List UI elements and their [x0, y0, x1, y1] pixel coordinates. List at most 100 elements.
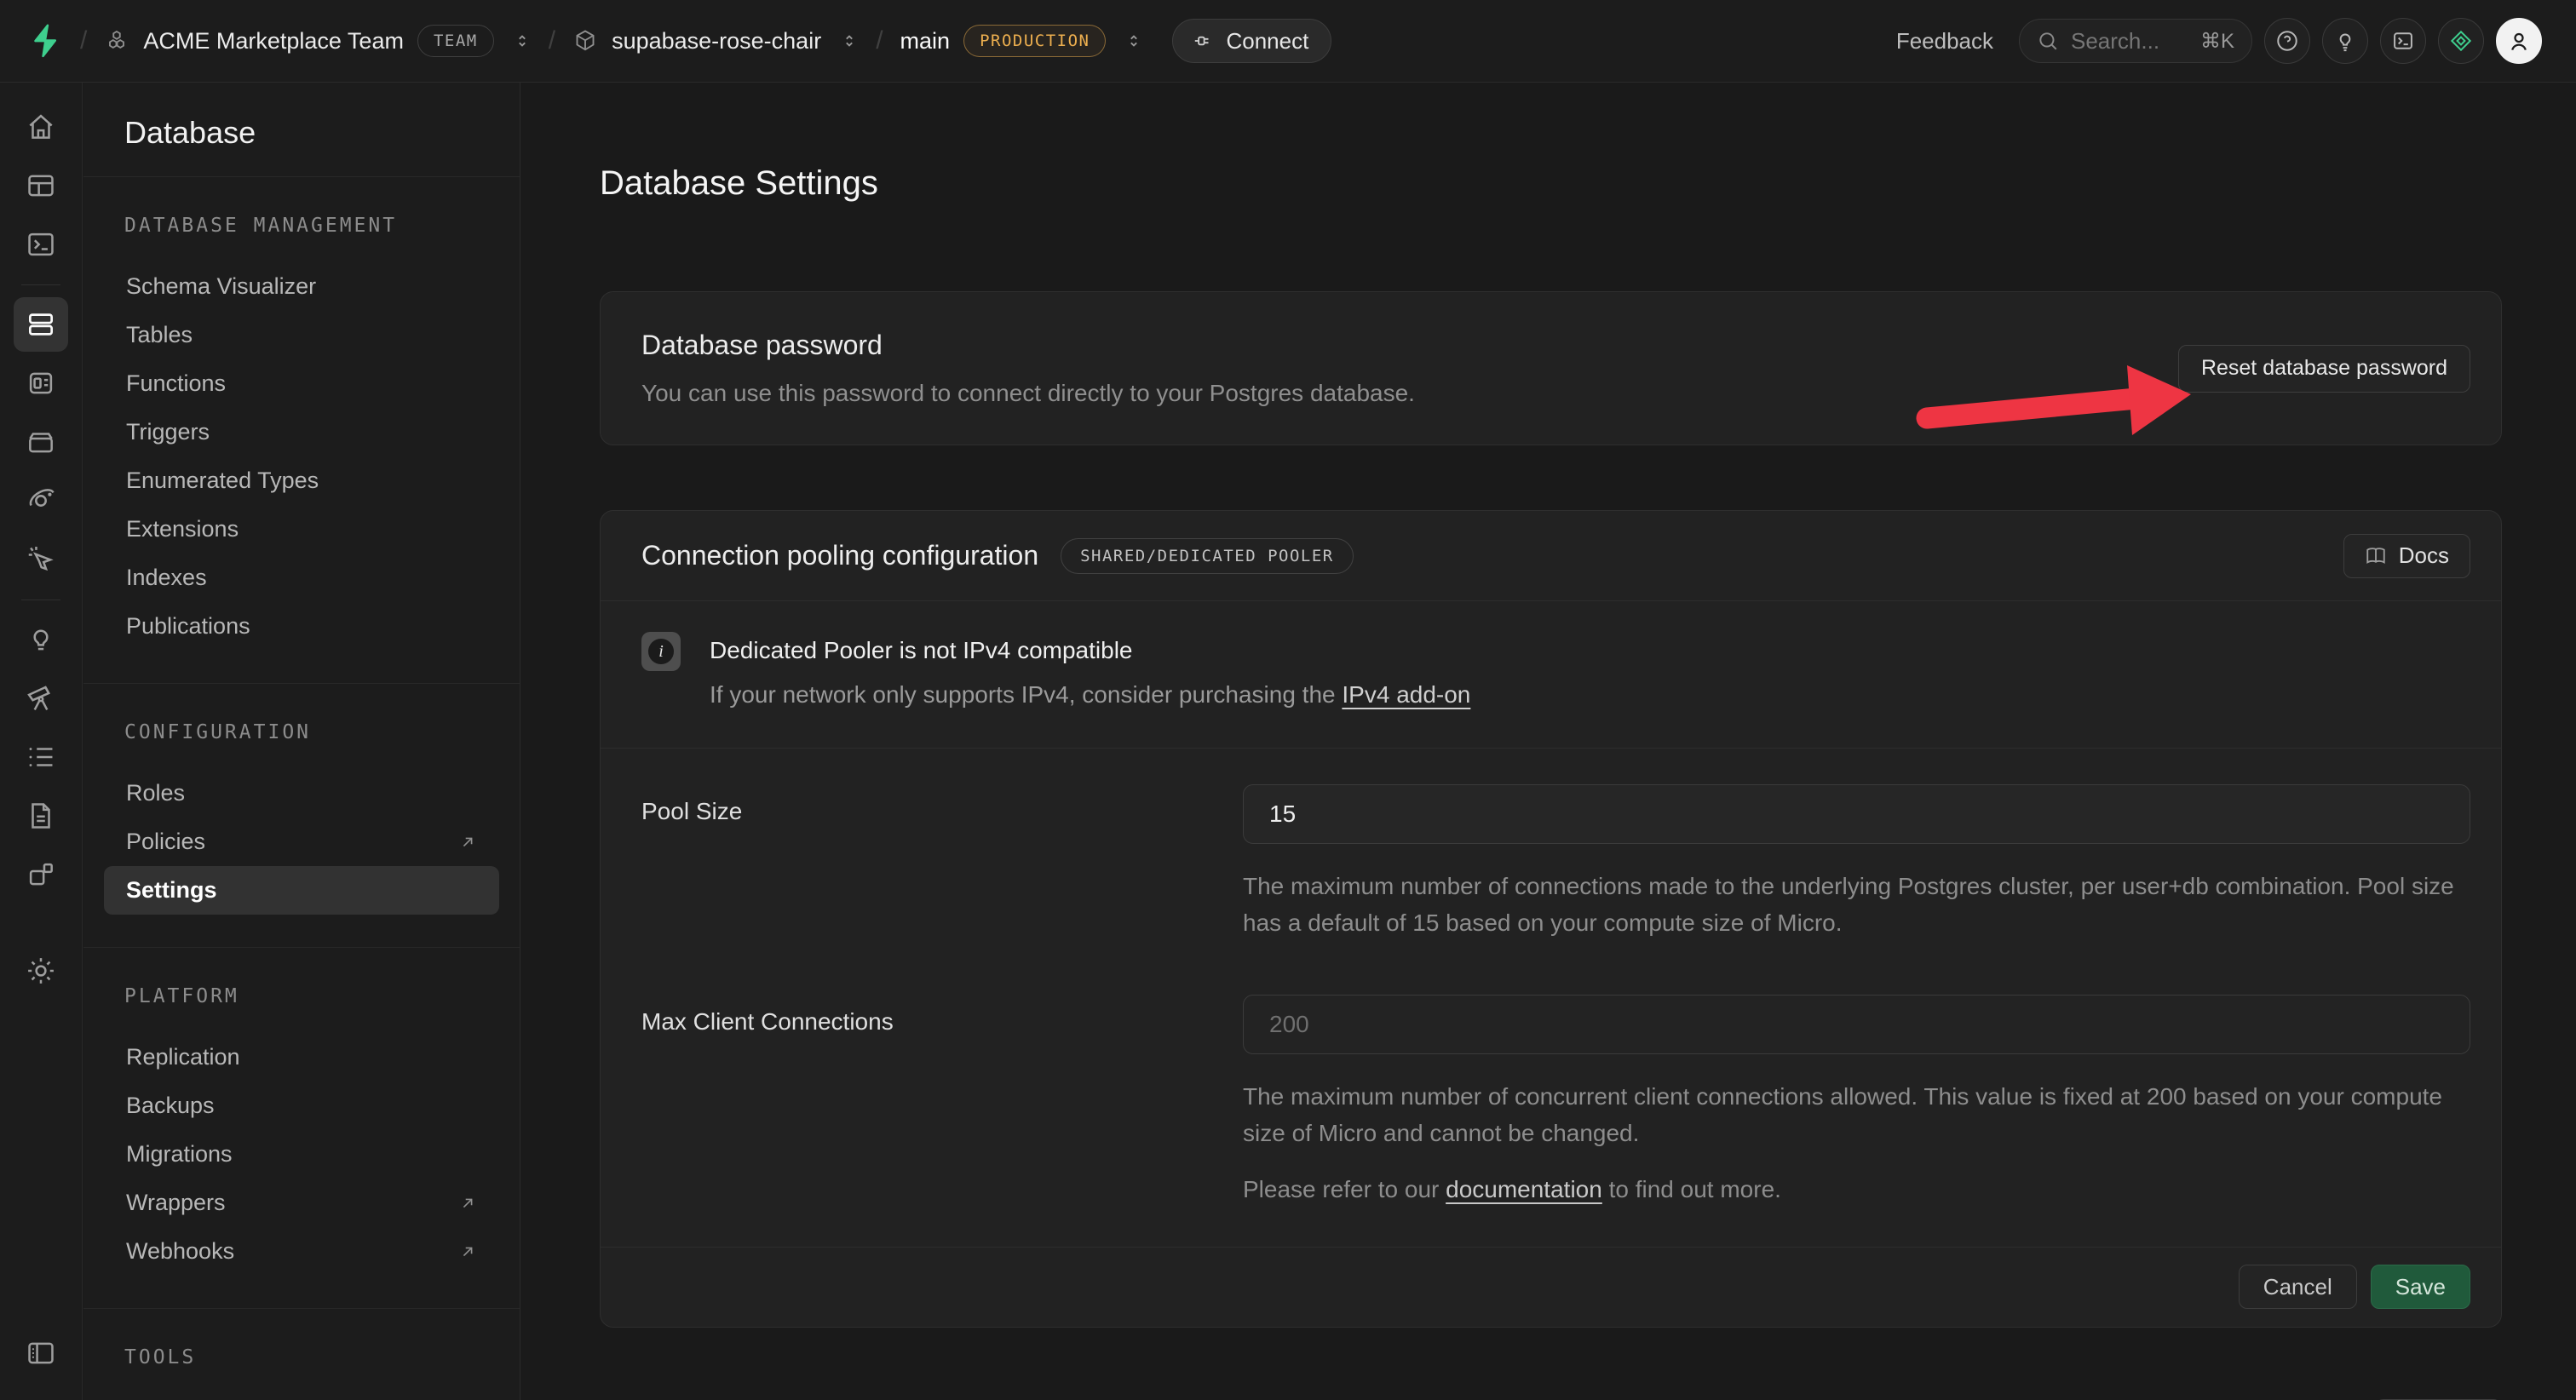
sidebar-item-webhooks[interactable]: Webhooks [104, 1227, 499, 1276]
item-label: Tables [126, 322, 193, 348]
sidebar-item-indexes[interactable]: Indexes [104, 554, 499, 602]
sidebar-title: Database [83, 83, 520, 176]
rail-advisors-icon[interactable] [14, 612, 68, 667]
sidebar-item-settings[interactable]: Settings [104, 866, 499, 915]
org-name: ACME Marketplace Team [143, 28, 404, 55]
rail-storage-icon[interactable] [14, 415, 68, 469]
sidebar-item-triggers[interactable]: Triggers [104, 408, 499, 456]
item-label: Webhooks [126, 1238, 234, 1265]
search-shortcut: ⌘K [2200, 29, 2234, 54]
item-label: Settings [126, 877, 217, 904]
supabase-logo[interactable] [31, 23, 60, 59]
sidebar-section-database-management: DATABASE MANAGEMENT Schema Visualizer Ta… [83, 176, 520, 683]
rail-integrations-icon[interactable] [14, 847, 68, 902]
search-input[interactable] [2071, 28, 2182, 55]
external-link-icon [458, 1194, 477, 1213]
max-client-description: The maximum number of concurrent client … [1243, 1078, 2470, 1152]
rail-authentication-icon[interactable] [14, 356, 68, 410]
main-content: Database Settings Database password You … [521, 83, 2576, 1400]
ipv4-notice: i Dedicated Pooler is not IPv4 compatibl… [601, 601, 2501, 749]
breadcrumb-separator: / [549, 26, 555, 55]
rail-collapse-sidebar-icon[interactable] [14, 1326, 68, 1380]
documentation-link[interactable]: documentation [1446, 1176, 1602, 1202]
pool-size-row: Pool Size The maximum number of connecti… [601, 749, 2501, 981]
pooling-card-footer: Cancel Save [601, 1247, 2501, 1327]
external-link-icon [458, 833, 477, 852]
pooling-docs-button[interactable]: Docs [2343, 534, 2470, 578]
breadcrumb-project[interactable]: supabase-rose-chair [572, 28, 859, 55]
rail-edge-functions-icon[interactable] [14, 473, 68, 528]
sidebar-item-enumerated-types[interactable]: Enumerated Types [104, 456, 499, 505]
save-button[interactable]: Save [2371, 1265, 2470, 1309]
sidebar-item-schema-visualizer[interactable]: Schema Visualizer [104, 262, 499, 311]
terminal-button[interactable] [2380, 18, 2426, 64]
hints-lightbulb-button[interactable] [2322, 18, 2368, 64]
external-link-icon [458, 1242, 477, 1261]
section-header: TOOLS [124, 1346, 479, 1368]
section-header: CONFIGURATION [124, 721, 479, 743]
database-password-card: Database password You can use this passw… [600, 291, 2502, 445]
item-label: Schema Visualizer [126, 273, 316, 300]
sidebar-section-configuration: CONFIGURATION Roles Policies Settings [83, 683, 520, 947]
chevrons-up-down-icon[interactable] [1124, 32, 1143, 50]
sidebar-item-publications[interactable]: Publications [104, 602, 499, 651]
pooling-card-header: Connection pooling configuration SHARED/… [601, 511, 2501, 601]
item-label: Functions [126, 370, 226, 397]
cancel-button[interactable]: Cancel [2239, 1265, 2357, 1309]
breadcrumb-branch[interactable]: main PRODUCTION [900, 25, 1144, 57]
sidebar-item-roles[interactable]: Roles [104, 769, 499, 818]
sidebar-item-migrations[interactable]: Migrations [104, 1130, 499, 1179]
rail-project-settings-icon[interactable] [14, 944, 68, 998]
item-label: Backups [126, 1093, 215, 1119]
rail-home-icon[interactable] [14, 100, 68, 154]
branch-name: main [900, 28, 951, 55]
doc-note-text: to find out more. [1602, 1176, 1781, 1202]
ipv4-addon-link[interactable]: IPv4 add-on [1342, 681, 1470, 708]
sidebar-item-tables[interactable]: Tables [104, 311, 499, 359]
pooling-card-title: Connection pooling configuration [641, 540, 1038, 571]
breadcrumb-org[interactable]: ACME Marketplace Team TEAM [104, 25, 531, 57]
rail-realtime-icon[interactable] [14, 532, 68, 587]
connect-button[interactable]: Connect [1172, 19, 1331, 63]
chevrons-up-down-icon[interactable] [513, 32, 532, 50]
chevrons-up-down-icon[interactable] [840, 32, 859, 50]
breadcrumb-separator: / [876, 26, 883, 55]
pool-size-description: The maximum number of connections made t… [1243, 868, 2470, 942]
help-button[interactable] [2264, 18, 2310, 64]
sidebar-item-policies[interactable]: Policies [104, 818, 499, 866]
pooler-type-badge: SHARED/DEDICATED POOLER [1061, 538, 1354, 574]
rail-reports-icon[interactable] [14, 671, 68, 726]
book-icon [2365, 545, 2387, 567]
item-label: Indexes [126, 565, 207, 591]
item-label: Wrappers [126, 1190, 226, 1216]
sidebar-item-backups[interactable]: Backups [104, 1082, 499, 1130]
item-label: Extensions [126, 516, 239, 542]
rail-api-docs-icon[interactable] [14, 789, 68, 843]
page-title: Database Settings [600, 164, 2502, 203]
rail-table-editor-icon[interactable] [14, 158, 68, 213]
info-icon: i [641, 632, 681, 671]
sidebar-item-wrappers[interactable]: Wrappers [104, 1179, 499, 1227]
org-type-badge: TEAM [417, 25, 494, 57]
pool-size-input[interactable] [1243, 784, 2470, 844]
rail-database-icon[interactable] [14, 297, 68, 352]
feedback-button[interactable]: Feedback [1896, 28, 1993, 55]
reset-database-password-button[interactable]: Reset database password [2178, 345, 2470, 393]
rail-logs-icon[interactable] [14, 730, 68, 784]
production-badge: PRODUCTION [963, 25, 1106, 57]
max-client-connections-label: Max Client Connections [641, 995, 1243, 1208]
sidebar-item-extensions[interactable]: Extensions [104, 505, 499, 554]
rail-sql-editor-icon[interactable] [14, 217, 68, 272]
global-search[interactable]: ⌘K [2019, 19, 2252, 63]
sidebar-item-replication[interactable]: Replication [104, 1033, 499, 1082]
user-avatar[interactable] [2496, 18, 2542, 64]
max-client-doc-note: Please refer to our documentation to fin… [1243, 1171, 2470, 1208]
organization-icon [104, 28, 129, 54]
item-label: Publications [126, 613, 250, 640]
sidebar-item-functions[interactable]: Functions [104, 359, 499, 408]
search-icon [2037, 30, 2059, 52]
docs-label: Docs [2399, 542, 2449, 569]
ai-assistant-button[interactable] [2438, 18, 2484, 64]
item-label: Enumerated Types [126, 468, 319, 494]
plug-icon [1192, 30, 1214, 52]
